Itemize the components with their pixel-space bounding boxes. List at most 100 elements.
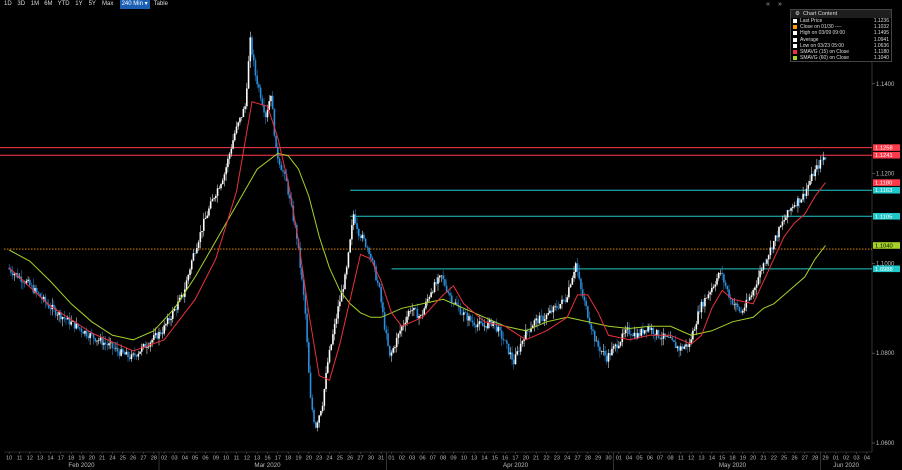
candle-body bbox=[332, 334, 334, 345]
candle-body bbox=[359, 236, 362, 239]
candle-body bbox=[29, 279, 31, 286]
candle-body bbox=[80, 328, 83, 332]
candle-body bbox=[423, 308, 426, 315]
candle-body bbox=[70, 321, 72, 325]
candle-body bbox=[497, 326, 500, 332]
candle-body bbox=[196, 247, 198, 254]
candle-body bbox=[82, 331, 85, 334]
candle-body bbox=[576, 263, 579, 272]
x-tick-label: 17 bbox=[512, 456, 518, 462]
candle-body bbox=[438, 275, 441, 278]
candle-body bbox=[719, 272, 722, 274]
legend-name: SMAVG (60) on Close bbox=[800, 55, 850, 62]
legend-row[interactable]: SMAVG (60) on Close 1.1040 bbox=[791, 55, 891, 61]
candle-body bbox=[271, 95, 274, 110]
x-tick-label: 07 bbox=[657, 456, 663, 462]
candle-body bbox=[714, 284, 717, 287]
candle-body bbox=[464, 312, 467, 314]
candle-body bbox=[547, 313, 550, 315]
chart-content-header[interactable]: ⚙ Chart Content bbox=[791, 10, 891, 18]
candle-body bbox=[669, 337, 672, 339]
x-tick-label: 05 bbox=[192, 456, 198, 462]
candle-body bbox=[388, 345, 391, 356]
candle-body bbox=[151, 339, 153, 343]
x-tick-label: 20 bbox=[306, 456, 312, 462]
candle-body bbox=[339, 301, 341, 307]
x-tick-label: 23 bbox=[554, 456, 560, 462]
candle-body bbox=[430, 292, 432, 298]
legend-row[interactable]: Close on 01/30 ---- 1.1032 bbox=[791, 24, 891, 30]
candle-body bbox=[251, 37, 253, 55]
candle-body bbox=[809, 181, 811, 185]
candle-body bbox=[258, 84, 260, 88]
legend-row[interactable]: SMAVG (15) on Close 1.1180 bbox=[791, 49, 891, 55]
legend-row[interactable]: Low on 03/23 05:00 1.0636 bbox=[791, 43, 891, 49]
candle-body bbox=[111, 342, 114, 349]
candle-body bbox=[587, 306, 589, 318]
candle-body bbox=[78, 327, 81, 329]
candle-body bbox=[697, 311, 699, 325]
x-tick-label: 28 bbox=[151, 456, 157, 462]
candle-body bbox=[363, 234, 365, 239]
x-tick-label: 14 bbox=[709, 456, 715, 462]
candle-body bbox=[485, 325, 488, 329]
candle-body bbox=[320, 410, 322, 416]
candle-body bbox=[595, 340, 598, 342]
x-tick-label: 06 bbox=[202, 456, 208, 462]
legend-value: 1.0636 bbox=[873, 42, 889, 49]
candle-body bbox=[406, 316, 408, 323]
legend-row[interactable]: Last Price 1.1236 bbox=[791, 18, 891, 24]
candle-body bbox=[116, 347, 119, 352]
x-tick-label: 25 bbox=[781, 456, 787, 462]
candle-body bbox=[237, 122, 240, 127]
candle-body bbox=[97, 340, 100, 342]
candle-body bbox=[239, 117, 241, 123]
price-chart[interactable]: 1.06001.08001.10001.12001.140010 11 12 13 14… bbox=[0, 0, 902, 470]
candle-body bbox=[673, 340, 675, 342]
candle-body bbox=[545, 314, 548, 320]
candle-body bbox=[592, 329, 594, 331]
candle-body bbox=[630, 334, 632, 336]
candle-body bbox=[394, 347, 396, 349]
legend-row[interactable]: Average 1.0941 bbox=[791, 37, 891, 43]
candle-body bbox=[635, 332, 637, 339]
candle-body bbox=[557, 307, 560, 309]
candle-body bbox=[807, 184, 810, 189]
candle-body bbox=[32, 285, 35, 293]
x-tick-label: 25 bbox=[337, 456, 343, 462]
candle-body bbox=[683, 346, 686, 349]
x-tick-label: 02 bbox=[399, 456, 405, 462]
candle-body bbox=[221, 180, 224, 184]
candle-body bbox=[337, 306, 339, 319]
candle-body bbox=[304, 294, 307, 314]
candle-body bbox=[605, 355, 608, 362]
candle-body bbox=[766, 259, 768, 264]
candle-body bbox=[798, 198, 801, 203]
candle-body bbox=[134, 353, 136, 356]
candle-body bbox=[407, 311, 410, 317]
candle-body bbox=[378, 282, 381, 287]
candle-body bbox=[128, 357, 131, 360]
gear-icon[interactable]: ⚙ bbox=[795, 11, 800, 17]
candle-body bbox=[619, 342, 622, 346]
candle-body bbox=[108, 343, 110, 346]
x-tick-label: 03 bbox=[853, 456, 859, 462]
legend-row[interactable]: High on 03/09 09:00 1.1495 bbox=[791, 30, 891, 36]
candle-body bbox=[538, 315, 541, 324]
candle-body bbox=[769, 247, 772, 256]
x-tick-label: 11 bbox=[234, 456, 240, 462]
candle-body bbox=[170, 318, 172, 321]
candle-body bbox=[609, 353, 612, 356]
candle-body bbox=[466, 312, 469, 321]
candle-body bbox=[762, 263, 765, 270]
candle-body bbox=[745, 299, 748, 308]
candle-body bbox=[542, 315, 544, 321]
candle-body bbox=[469, 316, 472, 321]
level-tag-label: 1.0988 bbox=[875, 267, 893, 273]
candle-body bbox=[616, 344, 618, 349]
x-tick-label: 28 bbox=[585, 456, 591, 462]
candle-body bbox=[585, 300, 587, 307]
candle-body bbox=[554, 306, 556, 307]
candle-body bbox=[822, 157, 825, 160]
candle-body bbox=[89, 333, 91, 339]
